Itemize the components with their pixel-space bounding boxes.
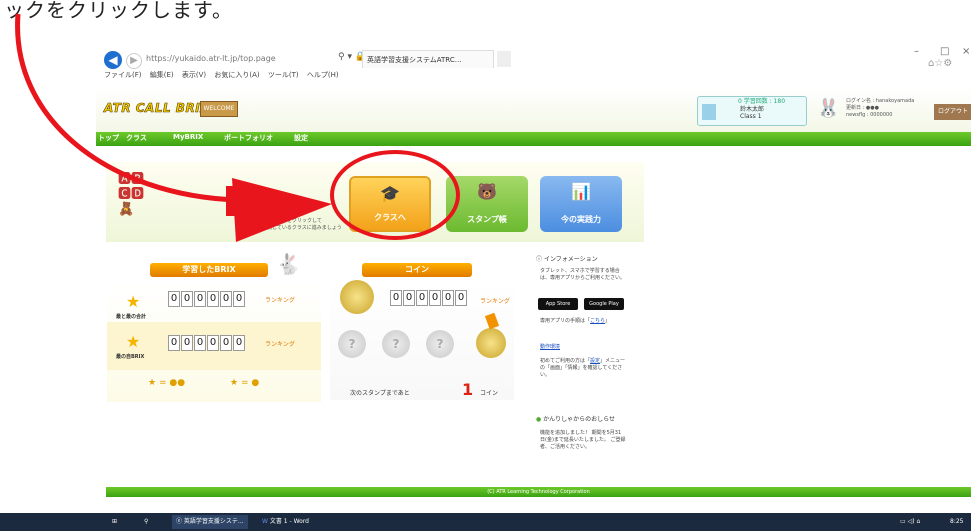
brix-month-ranking-link[interactable]: ランキング: [265, 339, 295, 348]
new-tab-button[interactable]: [497, 51, 511, 67]
close-window-button[interactable]: ×: [962, 46, 970, 57]
digit: 0: [442, 290, 454, 306]
star-icon: ★: [126, 292, 141, 311]
current-ability-button[interactable]: 📊 今の実践力: [540, 176, 622, 232]
info-item-2-text-b: 」: [605, 318, 611, 324]
digit: 0: [168, 335, 180, 351]
info-item-1: タブレット、スマホで学習する場合は、専用アプリからご利用ください。: [540, 268, 626, 281]
rabbit-icon: 🐇: [276, 252, 301, 276]
brix-legend-2: ★ = ●: [230, 378, 260, 388]
brix-total-counter: 0 0 0 0 0 0: [168, 291, 245, 307]
minimize-button[interactable]: –: [914, 46, 919, 57]
legend-1-text: = ●●: [158, 378, 186, 388]
taskbar-browser-label: 英語学習支援システ...: [183, 518, 244, 525]
admin-notice-title: かんりしゃからのおしらせ: [543, 416, 616, 423]
search-icon[interactable]: ⚲: [144, 515, 148, 529]
info-item-2-text-a: 専用アプリの手順は「: [540, 318, 591, 324]
maximize-button[interactable]: □: [940, 46, 949, 57]
brix-total-ranking-link[interactable]: ランキング: [265, 295, 295, 304]
rabbit-character-icon: 🐰: [817, 98, 840, 119]
stamp-slot-empty: ?: [426, 330, 454, 358]
brix-total-label: 最と最の合計: [116, 314, 147, 320]
system-requirements-link[interactable]: 動作環境: [540, 344, 560, 351]
user-class: Class 1: [740, 113, 762, 120]
brix-legend-1: ★ = ●●: [148, 378, 186, 388]
coin-icon: [340, 280, 374, 314]
coin-title: コイン: [362, 263, 472, 277]
user-name: 鈴木太郎: [740, 106, 765, 113]
home-star-gear-icons[interactable]: ⌂☆⚙: [928, 58, 952, 69]
notice-icon: ●: [536, 416, 542, 423]
google-play-badge[interactable]: Google Play: [584, 298, 624, 310]
remain-unit: コイン: [480, 390, 499, 397]
digit: 0: [194, 291, 206, 307]
digit: 0: [181, 291, 193, 307]
digit: 0: [207, 335, 219, 351]
info-icon: ⓘ: [536, 256, 543, 263]
user-link-2[interactable]: 更新日 : ●●●: [846, 105, 914, 112]
copyright: (C) ATR Learning Technology Corporation: [487, 489, 590, 495]
admin-notice-heading: ● かんりしゃからのおしらせ: [536, 414, 615, 423]
info-item-4: 初めてご利用の方は「設定」メニューの「画面」「情報」を確認してください。: [540, 358, 626, 379]
app-guide-link[interactable]: こちら: [590, 318, 605, 324]
digit: 0: [233, 335, 245, 351]
remain-label: 次のスタンプまであと: [350, 390, 410, 397]
star-icon: ★: [126, 332, 141, 351]
brix-month-label: 最の自BRIX: [116, 354, 145, 360]
system-tray-icons[interactable]: ▭ ◁) ⌂: [900, 515, 920, 529]
information-heading: ⓘ インフォメーション: [536, 254, 598, 263]
ability-icon: 📊: [571, 182, 591, 201]
user-links[interactable]: ログイン名 : hanakoyamada 更新日 : ●●● newsflg :…: [846, 98, 914, 119]
admin-notice-body: 機能を追加しました！ 期間を5月31日(金)まで延長いたしました。 ご登録者、ご…: [540, 430, 626, 450]
digit: 0: [233, 291, 245, 307]
stamp-slot-empty: ?: [338, 330, 366, 358]
logout-button[interactable]: ログアウト: [934, 104, 971, 120]
digit: 0: [220, 291, 232, 307]
current-ability-label: 今の実践力: [561, 215, 601, 224]
word-icon: W: [262, 518, 268, 525]
app-store-badge[interactable]: App Store: [538, 298, 578, 310]
stamp-book-label: スタンプ帳: [467, 215, 507, 224]
info-item-4-text-a: 初めてご利用の方は「: [540, 358, 591, 364]
user-link-3[interactable]: newsflg : 0000000: [846, 112, 914, 119]
brix-title: 学習したBRIX: [150, 263, 268, 277]
stamp-slot-empty: ?: [382, 330, 410, 358]
highlight-circle: [330, 150, 460, 240]
digit: 0: [181, 335, 193, 351]
taskbar-clock[interactable]: 8:25: [950, 515, 963, 529]
digit: 0: [220, 335, 232, 351]
digit: 0: [194, 335, 206, 351]
coin-ranking-link[interactable]: ランキング: [480, 296, 510, 305]
coin-counter: 0 0 0 0 0 0: [390, 290, 467, 306]
digit: 0: [429, 290, 441, 306]
digit: 0: [390, 290, 402, 306]
brix-month-counter: 0 0 0 0 0 0: [168, 335, 245, 351]
stamp-slot-next-coin: [476, 328, 506, 358]
taskbar-browser-app[interactable]: ⓔ 英語学習支援システ...: [172, 515, 248, 529]
user-info: 鈴木太郎 Class 1: [740, 104, 764, 120]
digit: 0: [416, 290, 428, 306]
remain-number: 1: [462, 380, 474, 399]
user-link-1[interactable]: ログイン名 : hanakoyamada: [846, 98, 914, 105]
legend-2-text: = ●: [240, 378, 260, 388]
digit: 0: [455, 290, 467, 306]
digit: 0: [207, 291, 219, 307]
digit: 0: [168, 291, 180, 307]
info-item-2: 専用アプリの手順は「こちら」: [540, 318, 626, 325]
windows-start-icon[interactable]: ⊞: [112, 515, 117, 529]
digit: 0: [403, 290, 415, 306]
user-id-icon: [702, 104, 716, 120]
settings-link[interactable]: 設定: [590, 358, 600, 364]
information-title: インフォメーション: [543, 256, 598, 263]
taskbar-word-app[interactable]: W 文書 1 - Word: [262, 515, 309, 529]
taskbar-word-label: 文書 1 - Word: [269, 518, 309, 525]
